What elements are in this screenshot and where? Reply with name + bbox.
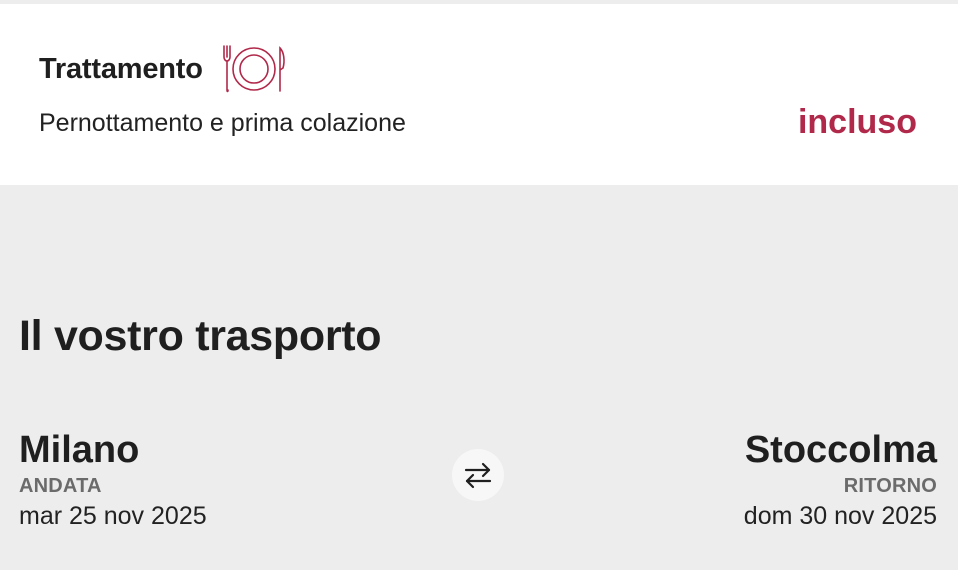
- return-city: Stoccolma: [744, 429, 937, 471]
- board-title-row: Trattamento: [39, 44, 287, 94]
- return-label: RITORNO: [843, 474, 937, 497]
- outbound-leg: Milano ANDATA mar 25 nov 2025: [19, 429, 207, 531]
- board-card: Trattamento Pernottamento e prima colazi…: [0, 4, 958, 185]
- swap-arrows-icon: [463, 461, 493, 489]
- page: Trattamento Pernottamento e prima colazi…: [0, 0, 958, 570]
- return-leg: Stoccolma RITORNO dom 30 nov 2025: [744, 429, 937, 531]
- plate-cutlery-icon: [221, 44, 287, 94]
- board-description: Pernottamento e prima colazione: [39, 109, 406, 137]
- board-status: incluso: [797, 103, 917, 141]
- board-title: Trattamento: [39, 52, 203, 85]
- swap-button[interactable]: [452, 449, 504, 501]
- outbound-city: Milano: [19, 429, 140, 471]
- outbound-date: mar 25 nov 2025: [19, 501, 207, 530]
- transport-title: Il vostro trasporto: [19, 312, 382, 360]
- outbound-label: ANDATA: [19, 474, 102, 497]
- return-date: dom 30 nov 2025: [743, 501, 937, 530]
- transport-section: Il vostro trasporto Milano ANDATA mar 25…: [0, 185, 958, 570]
